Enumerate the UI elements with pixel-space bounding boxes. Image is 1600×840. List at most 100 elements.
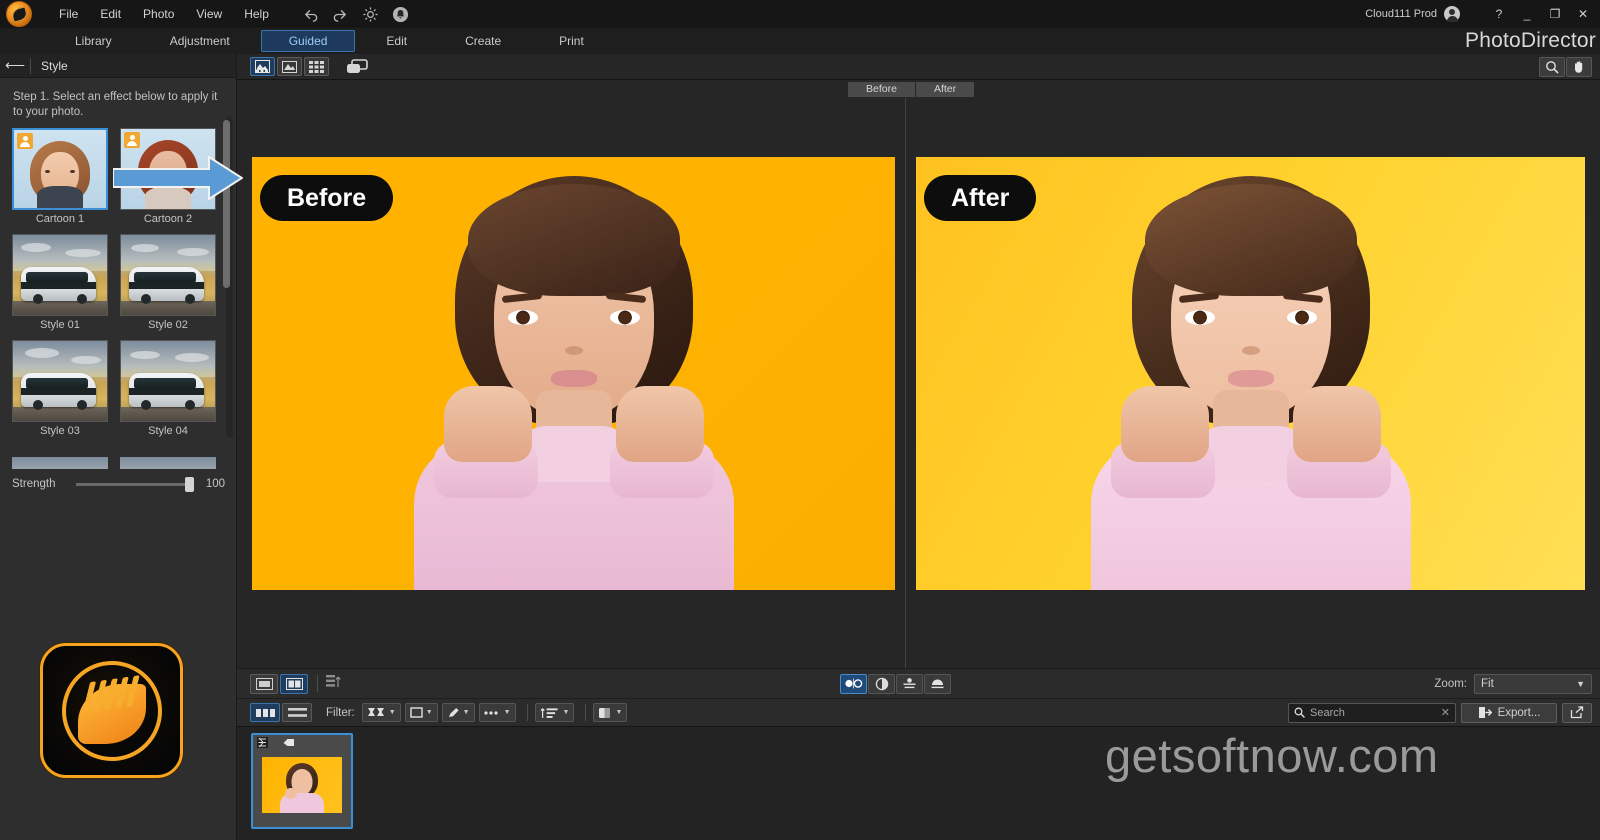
strength-value: 100 — [205, 478, 225, 490]
before-photo[interactable]: Before — [252, 157, 895, 590]
label-color-dropdown[interactable]: ▼ — [593, 703, 628, 722]
compare-top-bottom-icon[interactable] — [896, 673, 923, 694]
split-pane-view-icon[interactable] — [280, 673, 308, 694]
person-effect-badge-icon — [124, 132, 140, 148]
style-label: Cartoon 1 — [35, 213, 85, 225]
panel-title: Style — [41, 58, 68, 73]
portrait-subject — [404, 170, 744, 590]
redo-icon[interactable] — [332, 6, 349, 23]
search-icon — [1294, 707, 1305, 718]
style-item-style-01[interactable]: Style 01 — [12, 234, 108, 333]
before-after-tabs: Before After — [848, 82, 975, 97]
tab-before[interactable]: Before — [848, 82, 915, 97]
menu-view[interactable]: View — [185, 3, 233, 25]
viewer-toolbar — [237, 54, 1600, 80]
tab-guided[interactable]: Guided — [260, 30, 356, 52]
chevron-down-icon: ▼ — [462, 709, 470, 716]
style-item-style-03[interactable]: Style 03 — [12, 340, 108, 439]
settings-gear-icon[interactable] — [362, 6, 379, 23]
filmstrip-photo — [262, 757, 342, 813]
strength-slider[interactable] — [76, 476, 194, 492]
style-label: Style 04 — [148, 425, 188, 437]
tab-edit[interactable]: Edit — [359, 30, 434, 52]
compare-split-icon[interactable] — [868, 673, 895, 694]
tab-create[interactable]: Create — [438, 30, 528, 52]
export-icon — [1478, 707, 1492, 718]
view-compare-icon[interactable] — [250, 57, 275, 76]
search-placeholder: Search — [1310, 706, 1345, 719]
clear-x-icon[interactable]: ✕ — [1441, 706, 1450, 719]
filmstrip-thumbnail-1[interactable] — [251, 733, 353, 829]
divider — [585, 704, 587, 721]
menu-file[interactable]: File — [48, 3, 89, 25]
color-label-icon — [599, 707, 611, 718]
tab-library[interactable]: Library — [48, 30, 139, 52]
menu-bar: File Edit Photo View Help — [48, 3, 280, 25]
tab-print[interactable]: Print — [532, 30, 611, 52]
close-button[interactable]: ✕ — [1570, 1, 1596, 27]
mode-tab-bar: Library Adjustment Guided Edit Create Pr… — [0, 28, 1600, 54]
divider — [317, 675, 318, 692]
single-pane-view-icon[interactable] — [250, 673, 278, 694]
rating-filter-dropdown[interactable]: ▼ — [404, 703, 438, 722]
style-item-cartoon-1[interactable]: Cartoon 1 — [12, 128, 108, 227]
list-view-icon[interactable] — [282, 703, 312, 722]
zoom-label: Zoom: — [1434, 677, 1467, 690]
flag-filter-dropdown[interactable]: ▼ — [361, 703, 401, 722]
cloud-account-label: Cloud111 Prod — [1365, 8, 1437, 20]
chevron-down-icon: ▼ — [1576, 678, 1585, 689]
share-button[interactable] — [1562, 702, 1592, 723]
view-grid-icon[interactable] — [304, 57, 329, 76]
style-thumbnail — [120, 234, 216, 316]
menu-edit[interactable]: Edit — [89, 3, 132, 25]
view-options-bar: Zoom: Fit ▼ — [237, 668, 1600, 698]
zoom-level-value: Fit — [1481, 677, 1494, 690]
sort-lines-icon — [540, 707, 558, 718]
after-photo[interactable]: After — [916, 157, 1585, 590]
sort-dropdown[interactable]: ▼ — [534, 703, 575, 722]
scrollbar-thumb[interactable] — [223, 120, 230, 288]
style-thumbnail-partial[interactable] — [120, 457, 216, 469]
style-thumbnail-partial[interactable] — [12, 457, 108, 469]
menu-photo[interactable]: Photo — [132, 3, 185, 25]
edit-filter-dropdown[interactable]: ▼ — [441, 703, 475, 722]
notification-bell-icon[interactable] — [392, 6, 409, 23]
watermark-text: getsoftnow.com — [1105, 729, 1439, 782]
menu-help[interactable]: Help — [233, 3, 280, 25]
view-single-photo-icon[interactable] — [277, 57, 302, 76]
search-input[interactable]: Search ✕ — [1288, 702, 1456, 723]
photodirector-window: File Edit Photo View Help Cloud111 Prod … — [0, 0, 1600, 840]
style-item-style-02[interactable]: Style 02 — [120, 234, 216, 333]
thumbnail-status-bar — [253, 735, 351, 750]
compare-split-horizontal-icon[interactable] — [924, 673, 951, 694]
zoom-level-dropdown[interactable]: Fit ▼ — [1474, 673, 1592, 694]
sort-order-icon[interactable] — [325, 673, 345, 695]
thumbnail-view-icon[interactable] — [250, 703, 280, 722]
style-item-style-04[interactable]: Style 04 — [120, 340, 216, 439]
zoom-tool-icon[interactable] — [1539, 56, 1565, 77]
filter-label: Filter: — [326, 706, 355, 719]
help-button[interactable]: ? — [1486, 1, 1512, 27]
view-fullscreen-icon[interactable] — [343, 57, 371, 76]
export-label: Export... — [1497, 706, 1541, 719]
hand-pan-tool-icon[interactable] — [1566, 56, 1592, 77]
tab-after[interactable]: After — [915, 82, 975, 97]
photodirector-app-icon — [40, 643, 183, 778]
restore-button[interactable]: ❐ — [1542, 1, 1568, 27]
undo-icon[interactable] — [302, 6, 319, 23]
tab-adjustment[interactable]: Adjustment — [143, 30, 257, 52]
bus-preview — [13, 235, 107, 315]
before-badge: Before — [260, 175, 394, 221]
back-arrow-icon[interactable]: ⟵ — [0, 57, 30, 74]
account-avatar-icon[interactable] — [1444, 6, 1460, 22]
viewer-split-divider[interactable] — [905, 98, 906, 668]
share-external-icon — [1570, 706, 1584, 719]
export-button[interactable]: Export... — [1461, 702, 1557, 723]
strength-slider-handle[interactable] — [185, 476, 194, 492]
app-logo-icon — [6, 1, 32, 27]
app-name-label: PhotoDirector — [1465, 29, 1596, 52]
compare-side-by-side-icon[interactable] — [840, 673, 867, 694]
filter-bar: Filter: ▼ ▼ ▼ ▼ ▼ ▼ Search ✕ Export... — [237, 698, 1600, 726]
more-filter-dropdown[interactable]: ▼ — [478, 703, 516, 722]
minimize-button[interactable]: _ — [1514, 1, 1540, 27]
